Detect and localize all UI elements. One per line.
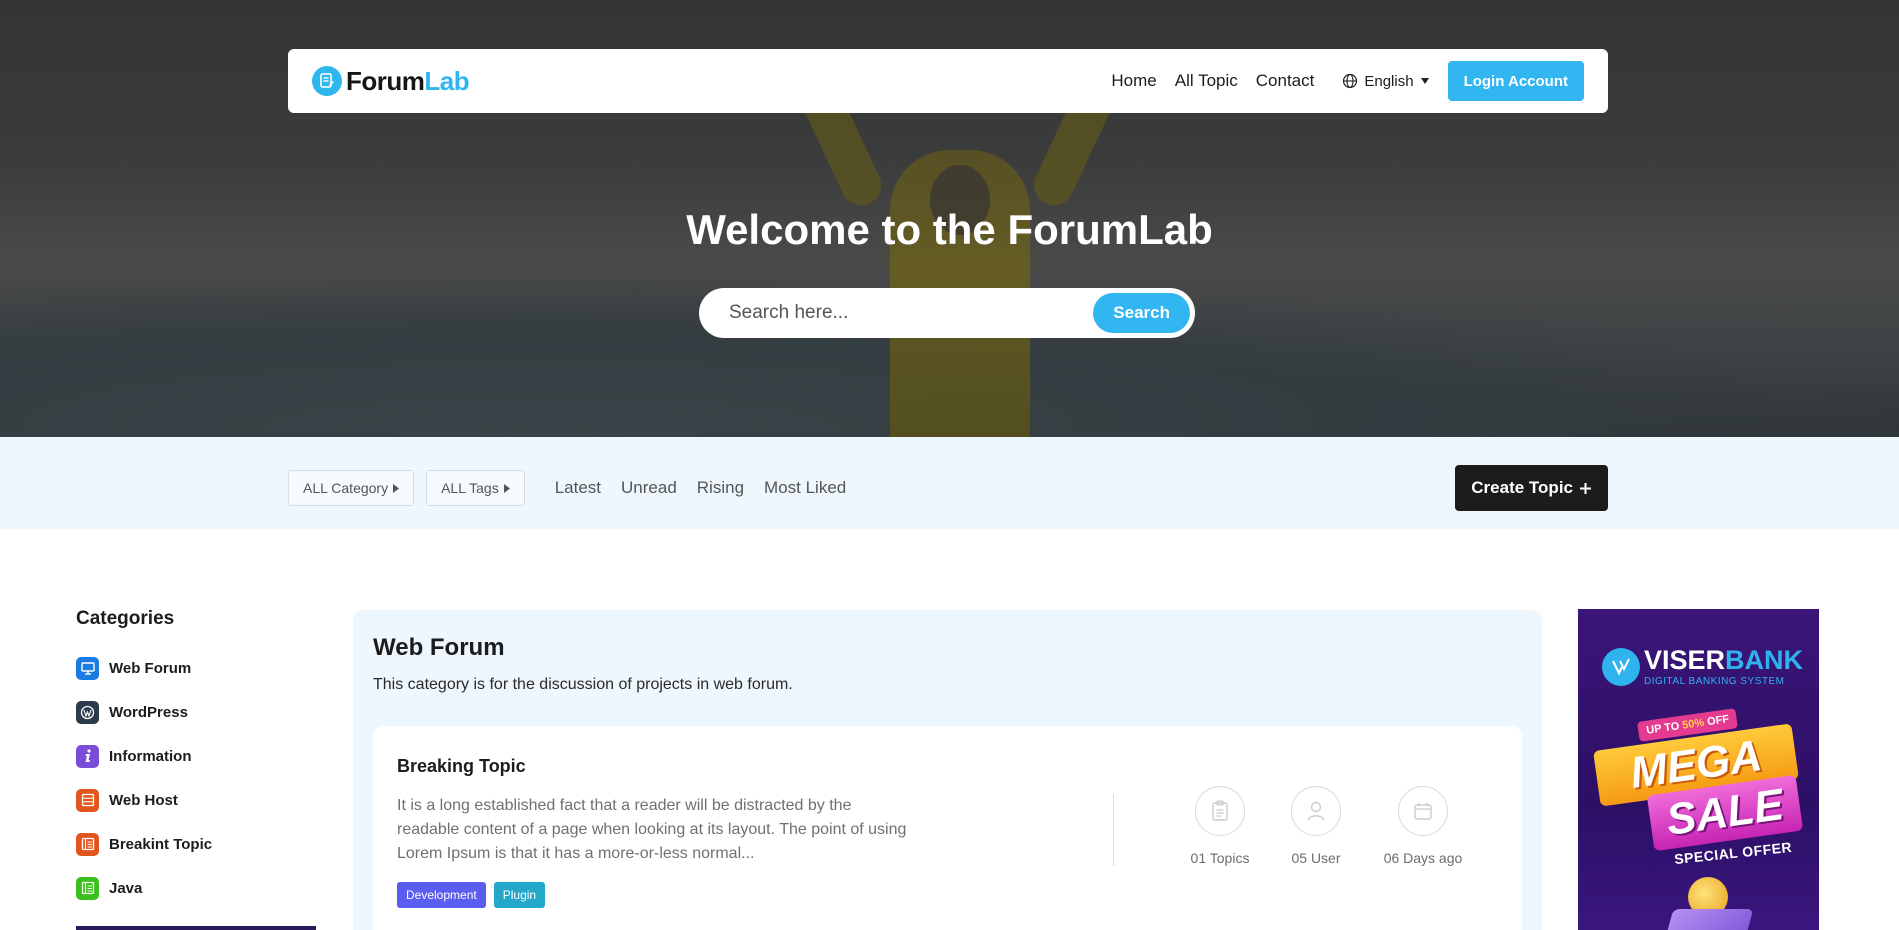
nav-contact-link[interactable]: Contact: [1256, 71, 1315, 91]
language-selector[interactable]: English: [1342, 73, 1429, 90]
monitor-icon: [76, 656, 99, 680]
users-count: 05 User: [1291, 850, 1341, 866]
all-tags-label: ALL Tags: [441, 480, 499, 496]
tab-latest[interactable]: Latest: [555, 478, 601, 498]
logo-text-part1: Forum: [346, 65, 425, 96]
sidebar-item-label: Information: [109, 747, 192, 765]
topic-excerpt: It is a long established fact that a rea…: [397, 797, 907, 862]
tab-unread[interactable]: Unread: [621, 478, 677, 498]
categories-title: Categories: [76, 608, 175, 629]
sidebar-item-label: Web Forum: [109, 659, 192, 677]
sidebar-item-label: Web Host: [109, 791, 178, 809]
viserbank-ad-banner[interactable]: VISERBANK DIGITAL BANKING SYSTEM UP TO 5…: [1578, 609, 1819, 930]
sidebar-item-label: Java: [109, 879, 143, 897]
sidebar-item-web-forum[interactable]: Web Forum: [76, 646, 316, 690]
topic-title[interactable]: Breaking Topic: [397, 756, 526, 777]
info-icon: [76, 744, 99, 768]
category-panel: Web Forum This category is for the discu…: [353, 610, 1542, 930]
sidebar-item-web-host[interactable]: Web Host: [76, 778, 316, 822]
viserbank-logo: VISERBANK DIGITAL BANKING SYSTEM: [1602, 647, 1803, 687]
all-tags-dropdown[interactable]: ALL Tags: [426, 470, 525, 506]
topics-count: 01 Topics: [1190, 850, 1250, 866]
stat-topics: 01 Topics: [1165, 786, 1275, 866]
stat-users: 05 User: [1261, 786, 1371, 866]
caret-right-icon: [503, 483, 510, 493]
site-logo[interactable]: ForumLab: [312, 65, 470, 97]
hero-section: ForumLab Home All Topic Contact English …: [0, 0, 1899, 437]
logo-text: ForumLab: [346, 65, 470, 97]
calendar-icon: [1398, 786, 1448, 836]
category-title: Web Forum: [373, 634, 505, 661]
topic-age: 06 Days ago: [1383, 850, 1463, 866]
ad-brand-part1: VISER: [1644, 645, 1726, 675]
sidebar-item-information[interactable]: Information: [76, 734, 316, 778]
viserbank-name: VISERBANK: [1644, 647, 1803, 674]
topic-tags: Development Plugin: [397, 882, 546, 908]
search-button[interactable]: Search: [1093, 293, 1190, 333]
viserbank-subtitle: DIGITAL BANKING SYSTEM: [1644, 676, 1785, 687]
gift-box-icon: [1662, 909, 1754, 930]
tag-badge-plugin[interactable]: Plugin: [493, 882, 546, 908]
hero-title: Welcome to the ForumLab: [686, 206, 1213, 253]
hero-background-figure: [792, 68, 1123, 437]
nav-links: Home All Topic Contact: [1111, 71, 1314, 91]
login-account-button[interactable]: Login Account: [1447, 61, 1584, 101]
logo-text-part2: Lab: [424, 65, 470, 96]
ad-offer-percent: 50%: [1681, 716, 1705, 732]
caret-right-icon: [393, 483, 400, 493]
list-icon: [76, 876, 99, 900]
clipboard-icon: [1195, 786, 1245, 836]
tag-badge-development[interactable]: Development: [397, 882, 486, 908]
ad-offer-prefix: UP TO: [1645, 719, 1684, 737]
all-category-label: ALL Category: [303, 480, 389, 496]
category-description: This category is for the discussion of p…: [373, 676, 793, 693]
plus-icon: [1580, 482, 1591, 494]
nav-home-link[interactable]: Home: [1111, 71, 1156, 91]
search-input[interactable]: [729, 302, 1094, 324]
sidebar-item-label: Breakint Topic: [109, 835, 213, 853]
caret-down-icon: [1420, 78, 1429, 84]
stat-age: 06 Days ago: [1368, 786, 1478, 866]
sidebar-item-label: WordPress: [109, 703, 188, 721]
sidebar-item-wordpress[interactable]: WordPress: [76, 690, 316, 734]
forum-logo-icon: [312, 66, 342, 96]
categories-sidebar: Categories Web Forum WordPress Informati…: [76, 608, 316, 910]
hero-search-bar: Search: [699, 288, 1195, 338]
server-icon: [76, 788, 99, 812]
sort-tabs: Latest Unread Rising Most Liked: [555, 478, 847, 498]
all-category-dropdown[interactable]: ALL Category: [288, 470, 415, 506]
list-icon: [76, 832, 99, 856]
sidebar-item-breakint-topic[interactable]: Breakint Topic: [76, 822, 316, 866]
topic-divider: [1113, 794, 1114, 866]
ad-offer-suffix: OFF: [1703, 713, 1730, 729]
ad-brand-part2: BANK: [1725, 645, 1804, 675]
sidebar-item-java[interactable]: Java: [76, 866, 316, 910]
sidebar-banner-edge: [76, 926, 316, 930]
language-label: English: [1364, 72, 1414, 90]
create-topic-label: Create Topic: [1471, 478, 1573, 497]
filter-bar: ALL Category ALL Tags Latest Unread Risi…: [0, 437, 1899, 529]
user-icon: [1291, 786, 1341, 836]
nav-all-topic-link[interactable]: All Topic: [1175, 71, 1238, 91]
globe-icon: [1343, 73, 1358, 89]
viserbank-logo-icon: [1602, 648, 1640, 686]
create-topic-button[interactable]: Create Topic: [1455, 465, 1608, 511]
tab-rising[interactable]: Rising: [697, 478, 744, 498]
top-navbar: ForumLab Home All Topic Contact English …: [288, 49, 1608, 113]
topic-card[interactable]: Breaking Topic It is a long established …: [373, 726, 1522, 930]
tab-most-liked[interactable]: Most Liked: [764, 478, 846, 498]
wordpress-icon: [76, 700, 99, 724]
